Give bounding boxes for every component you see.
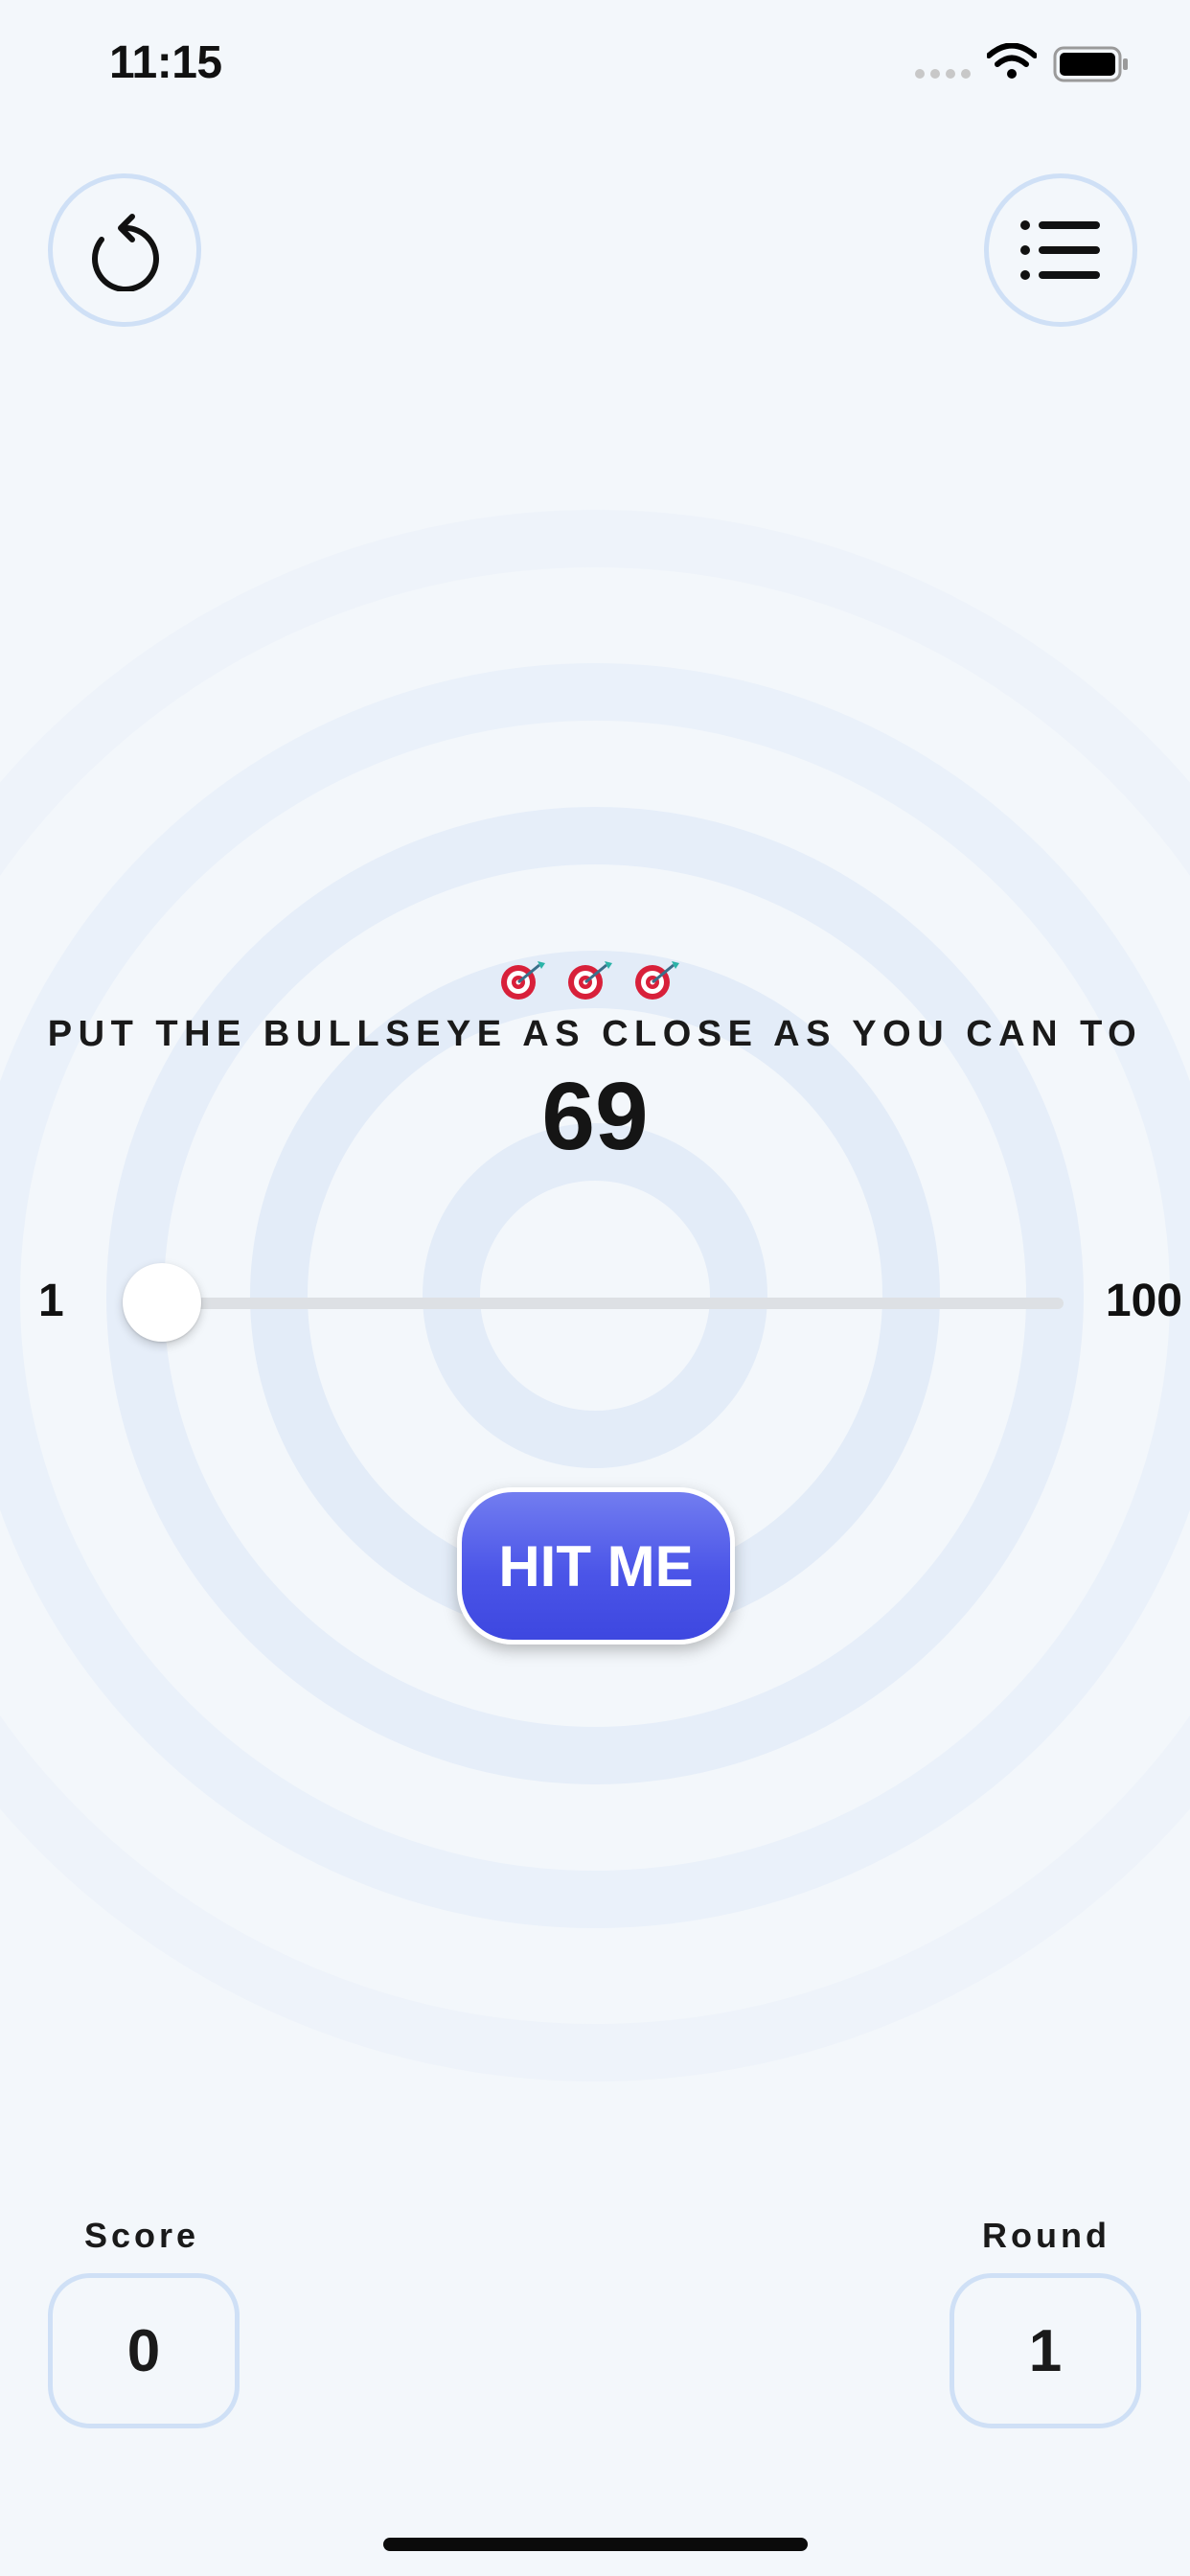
dart-icon	[501, 961, 545, 1000]
round-label: Round	[982, 2216, 1110, 2255]
slider-max-label: 100	[1105, 1276, 1182, 1326]
status-time: 11:15	[109, 37, 222, 88]
score-label: Score	[84, 2216, 200, 2255]
instruction-text: PUT THE BULLSEYE AS CLOSE AS YOU CAN TO	[47, 1014, 1143, 1054]
restart-button[interactable]	[48, 173, 201, 327]
list-icon	[1020, 220, 1100, 280]
restart-icon	[92, 214, 159, 291]
round-value: 1	[950, 2273, 1141, 2428]
dart-icon	[635, 961, 679, 1000]
slider-min-label: 1	[38, 1276, 64, 1326]
score-value: 0	[48, 2273, 240, 2428]
target-number: 69	[541, 1063, 649, 1170]
home-indicator[interactable]	[383, 2538, 808, 2551]
leaderboard-button[interactable]	[984, 173, 1137, 327]
dart-emoji-row	[499, 959, 681, 1001]
dart-icon	[568, 961, 612, 1000]
hit-me-button[interactable]: HIT ME	[457, 1487, 735, 1644]
slider-track[interactable]	[125, 1298, 1064, 1309]
status-bar: 11:15	[0, 0, 1190, 134]
cellular-signal-icon	[915, 69, 971, 79]
battery-icon	[1053, 46, 1128, 82]
wifi-icon	[987, 43, 1037, 79]
slider-thumb[interactable]	[123, 1263, 201, 1342]
